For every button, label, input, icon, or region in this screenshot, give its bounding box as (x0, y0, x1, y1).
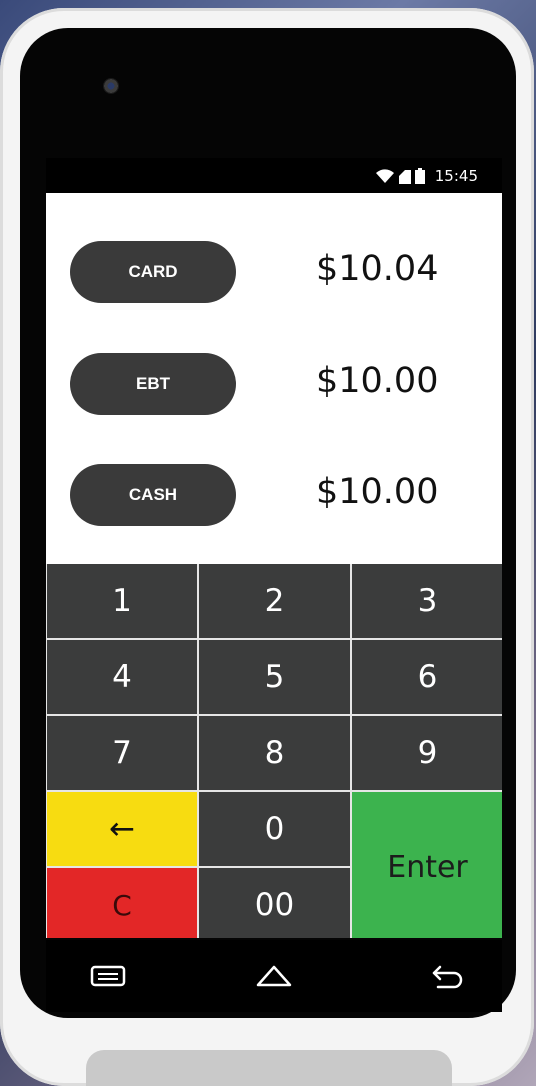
back-button[interactable] (426, 958, 470, 994)
navigation-bar (46, 940, 502, 1012)
key-00[interactable]: 00 (199, 868, 350, 938)
key-2[interactable]: 2 (199, 564, 350, 638)
phone-screen: 15:45 CARD $10.04 EBT $10.00 CASH $10.00… (46, 158, 502, 938)
payment-list: CARD $10.04 EBT $10.00 CASH $10.00 (46, 193, 502, 564)
clear-button[interactable]: C (47, 868, 197, 938)
key-4[interactable]: 4 (47, 640, 197, 714)
key-1[interactable]: 1 (47, 564, 197, 638)
home-button[interactable] (252, 958, 296, 994)
card-button[interactable]: CARD (70, 241, 236, 303)
numeric-keypad: 1 2 3 4 5 6 7 8 9 ← 0 Enter C 00 (46, 564, 502, 938)
backspace-button[interactable]: ← (47, 792, 197, 866)
payment-row-ebt: EBT $10.00 (46, 353, 502, 415)
status-bar: 15:45 (46, 158, 502, 193)
enter-button[interactable]: Enter (352, 792, 502, 938)
cash-button[interactable]: CASH (70, 464, 236, 526)
cash-amount: $10.00 (316, 472, 439, 512)
status-time: 15:45 (434, 167, 478, 185)
battery-icon (414, 168, 425, 184)
key-5[interactable]: 5 (199, 640, 350, 714)
wifi-icon (375, 169, 394, 183)
back-icon (432, 965, 463, 989)
menu-icon (90, 965, 126, 987)
payment-row-card: CARD $10.04 (46, 241, 502, 303)
payment-row-cash: CASH $10.00 (46, 464, 502, 526)
home-icon (256, 965, 292, 987)
key-3[interactable]: 3 (352, 564, 502, 638)
menu-button[interactable] (86, 958, 130, 994)
front-camera (103, 78, 119, 94)
key-0[interactable]: 0 (199, 792, 350, 866)
device-bottom-bezel (86, 1050, 452, 1086)
card-amount: $10.04 (316, 249, 439, 289)
key-6[interactable]: 6 (352, 640, 502, 714)
ebt-amount: $10.00 (316, 361, 439, 401)
key-8[interactable]: 8 (199, 716, 350, 790)
status-icons: 15:45 (375, 167, 478, 185)
key-7[interactable]: 7 (47, 716, 197, 790)
key-9[interactable]: 9 (352, 716, 502, 790)
ebt-button[interactable]: EBT (70, 353, 236, 415)
signal-icon (398, 170, 411, 184)
